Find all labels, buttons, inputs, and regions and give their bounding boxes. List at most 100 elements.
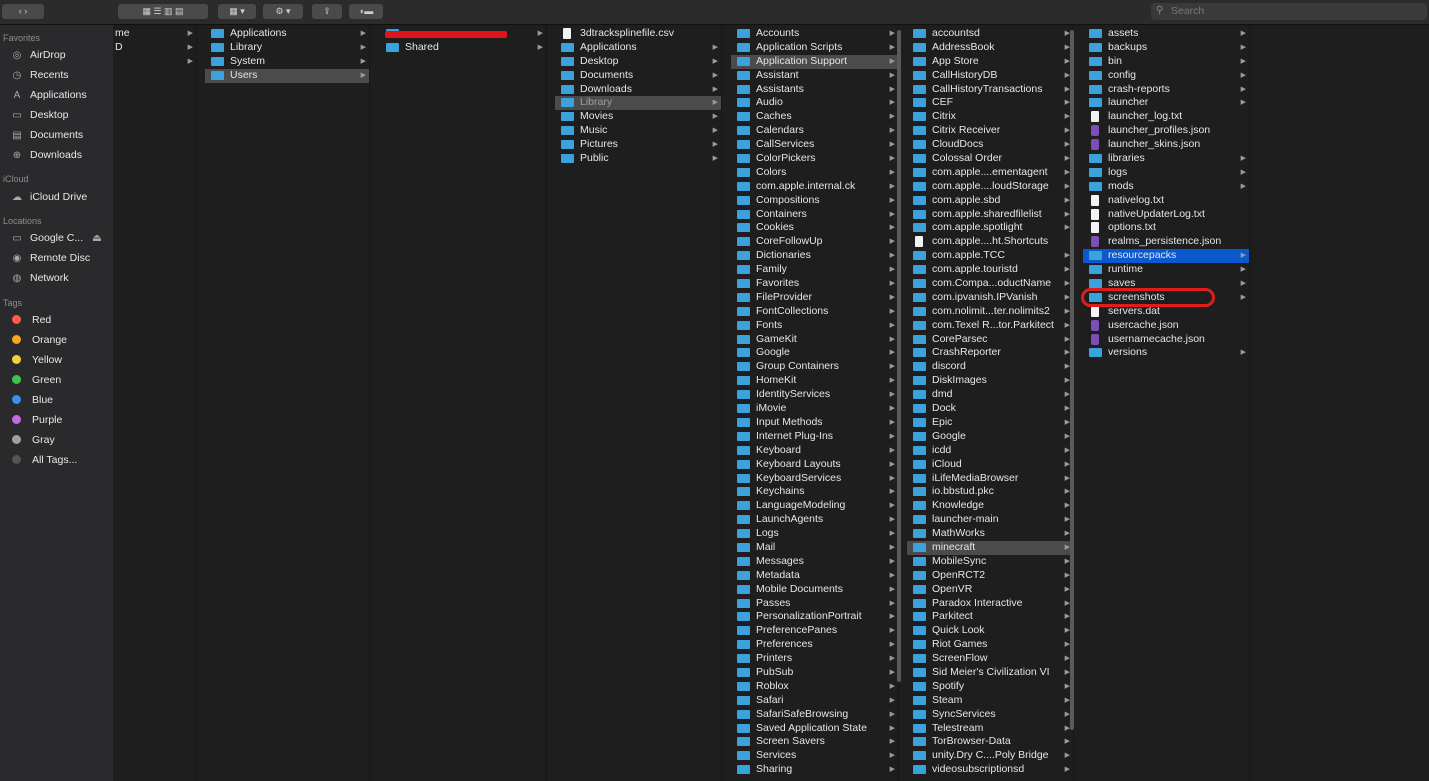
list-item[interactable]: Pictures ▶: [555, 138, 721, 152]
list-item[interactable]: FontCollections ▶: [731, 305, 898, 319]
list-item[interactable]: Safari ▶: [731, 694, 898, 708]
list-item[interactable]: Assistants ▶: [731, 83, 898, 97]
list-item[interactable]: Knowledge ▶: [907, 499, 1073, 513]
list-item[interactable]: OpenRCT2 ▶: [907, 569, 1073, 583]
list-item[interactable]: unity.Dry C....Poly Bridge ▶: [907, 749, 1073, 763]
sidebar-item-tag-yellow[interactable]: Yellow: [10, 352, 62, 368]
list-item[interactable]: Saved Application State ▶: [731, 722, 898, 736]
list-item[interactable]: Keyboard ▶: [731, 444, 898, 458]
list-item[interactable]: MobileSync ▶: [907, 555, 1073, 569]
list-item[interactable]: CallHistoryDB ▶: [907, 69, 1073, 83]
list-item[interactable]: Services ▶: [731, 749, 898, 763]
sidebar-item-airdrop[interactable]: ◎ AirDrop: [10, 47, 66, 63]
list-item[interactable]: CallHistoryTransactions ▶: [907, 83, 1073, 97]
list-item[interactable]: Paradox Interactive ▶: [907, 597, 1073, 611]
list-item[interactable]: FileProvider ▶: [731, 291, 898, 305]
sidebar-item-tag-all-tags[interactable]: All Tags...: [10, 452, 77, 468]
list-item[interactable]: Google ▶: [907, 430, 1073, 444]
list-item[interactable]: Telestream ▶: [907, 722, 1073, 736]
list-item[interactable]: launcher_profiles.json: [1083, 124, 1249, 138]
list-item[interactable]: Favorites ▶: [731, 277, 898, 291]
list-item[interactable]: com.apple.sbd ▶: [907, 194, 1073, 208]
list-item[interactable]: com.apple.spotlight ▶: [907, 221, 1073, 235]
list-item[interactable]: Dock ▶: [907, 402, 1073, 416]
list-item[interactable]: runtime ▶: [1083, 263, 1249, 277]
list-item[interactable]: Roblox ▶: [731, 680, 898, 694]
list-item[interactable]: Messages ▶: [731, 555, 898, 569]
list-item[interactable]: 3dtracksplinefile.csv: [555, 27, 721, 41]
list-item[interactable]: Music ▶: [555, 124, 721, 138]
list-item[interactable]: CoreParsec ▶: [907, 333, 1073, 347]
list-item[interactable]: iLifeMediaBrowser ▶: [907, 472, 1073, 486]
list-item[interactable]: com.nolimit...ter.nolimits2 ▶: [907, 305, 1073, 319]
list-item[interactable]: Compositions ▶: [731, 194, 898, 208]
sidebar-item-network[interactable]: ◍ Network: [10, 270, 69, 286]
list-item[interactable]: Library ▶: [555, 96, 721, 111]
sidebar-item-tag-green[interactable]: Green: [10, 372, 61, 388]
list-item[interactable]: com.apple....ht.Shortcuts: [907, 235, 1073, 249]
action-button[interactable]: ⚙ ▾: [263, 4, 303, 19]
sidebar-item-tag-gray[interactable]: Gray: [10, 432, 55, 448]
list-item[interactable]: Sid Meier's Civilization VI ▶: [907, 666, 1073, 680]
list-item[interactable]: Logs ▶: [731, 527, 898, 541]
list-item[interactable]: libraries ▶: [1083, 152, 1249, 166]
list-item[interactable]: mods ▶: [1083, 180, 1249, 194]
list-item[interactable]: Applications ▶: [205, 27, 369, 41]
group-button[interactable]: ▦ ▾: [218, 4, 256, 19]
sidebar-item-desktop[interactable]: ▭ Desktop: [10, 107, 68, 123]
list-item[interactable]: Desktop ▶: [555, 55, 721, 69]
list-item[interactable]: Group Containers ▶: [731, 360, 898, 374]
list-item[interactable]: TorBrowser-Data ▶: [907, 735, 1073, 749]
list-item[interactable]: Printers ▶: [731, 652, 898, 666]
column-scrollbar[interactable]: [897, 30, 901, 682]
col-minecraft[interactable]: assets ▶ backups ▶ bin ▶ config ▶ crash-reports ▶…: [1083, 25, 1250, 781]
sidebar-item-applications[interactable]: A Applications: [10, 87, 87, 103]
list-item[interactable]: GameKit ▶: [731, 333, 898, 347]
list-item[interactable]: versions ▶: [1083, 346, 1249, 360]
col-library[interactable]: Accounts ▶ Application Scripts ▶ Application…: [731, 25, 899, 781]
list-item[interactable]: Movies ▶: [555, 110, 721, 124]
sidebar-item-icloud-drive[interactable]: ☁ iCloud Drive: [10, 189, 87, 205]
list-item[interactable]: Riot Games ▶: [907, 638, 1073, 652]
sidebar-item-tag-red[interactable]: Red: [10, 312, 51, 328]
list-item[interactable]: Applications ▶: [555, 41, 721, 55]
list-item[interactable]: CallServices ▶: [731, 138, 898, 152]
list-item[interactable]: Documents ▶: [555, 69, 721, 83]
eject-icon[interactable]: ⏏: [89, 232, 102, 244]
list-item[interactable]: Public ▶: [555, 152, 721, 166]
list-item[interactable]: com.apple.sharedfilelist ▶: [907, 208, 1073, 222]
list-item[interactable]: Google ▶: [731, 346, 898, 360]
list-item[interactable]: logs ▶: [1083, 166, 1249, 180]
list-item[interactable]: com.apple.TCC ▶: [907, 249, 1073, 263]
share-button[interactable]: ⇪: [312, 4, 342, 19]
list-item[interactable]: Containers ▶: [731, 208, 898, 222]
list-item[interactable]: Internet Plug-Ins ▶: [731, 430, 898, 444]
list-item[interactable]: com.apple....loudStorage ▶: [907, 180, 1073, 194]
col-home[interactable]: 3dtracksplinefile.csv Applications ▶ Deskto…: [555, 25, 722, 781]
list-item[interactable]: Fonts ▶: [731, 319, 898, 333]
list-item[interactable]: Mail ▶: [731, 541, 898, 555]
list-item[interactable]: com.ipvanish.IPVanish ▶: [907, 291, 1073, 305]
sidebar-item-documents[interactable]: ▤ Documents: [10, 127, 83, 143]
list-item[interactable]: backups ▶: [1083, 41, 1249, 55]
list-item[interactable]: Application Support ▶: [731, 54, 898, 69]
list-item[interactable]: IdentityServices ▶: [731, 388, 898, 402]
list-item[interactable]: icdd ▶: [907, 444, 1073, 458]
list-item[interactable]: CoreFollowUp ▶: [731, 235, 898, 249]
list-item[interactable]: Citrix ▶: [907, 110, 1073, 124]
col-users[interactable]: ▶ Shared ▶: [380, 25, 547, 781]
list-item[interactable]: D ▶: [113, 41, 196, 55]
sidebar-item-tag-orange[interactable]: Orange: [10, 332, 67, 348]
list-item[interactable]: iCloud ▶: [907, 458, 1073, 472]
list-item[interactable]: Spotify ▶: [907, 680, 1073, 694]
list-item[interactable]: discord ▶: [907, 360, 1073, 374]
list-item[interactable]: ▶: [380, 27, 546, 41]
list-item[interactable]: Cookies ▶: [731, 221, 898, 235]
list-item[interactable]: Screen Savers ▶: [731, 735, 898, 749]
list-item[interactable]: Calendars ▶: [731, 124, 898, 138]
list-item[interactable]: CEF ▶: [907, 96, 1073, 110]
sidebar-item-remote-disc[interactable]: ◉ Remote Disc: [10, 250, 90, 266]
list-item[interactable]: usercache.json: [1083, 319, 1249, 333]
list-item[interactable]: System ▶: [205, 55, 369, 69]
list-item[interactable]: AddressBook ▶: [907, 41, 1073, 55]
